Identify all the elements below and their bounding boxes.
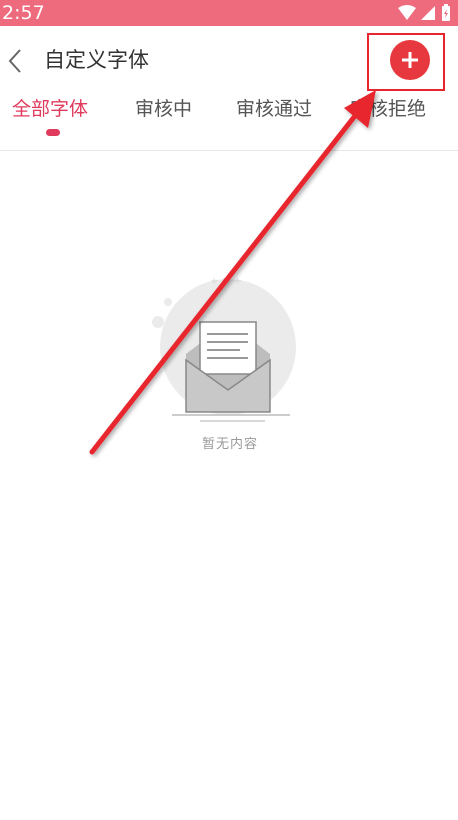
tab-bar: 全部字体 审核中 审核通过 审核拒绝 — [0, 90, 458, 140]
tab-approved[interactable]: 审核通过 — [236, 96, 312, 122]
signal-icon — [421, 6, 435, 20]
tab-all-fonts[interactable]: 全部字体 — [12, 96, 88, 122]
status-bar: 2:57 — [0, 0, 458, 26]
empty-state-text: 暂无内容 — [201, 437, 258, 452]
wifi-icon — [398, 5, 416, 20]
status-time: 2:57 — [2, 2, 45, 24]
empty-envelope-icon: + ○ + — [152, 276, 296, 422]
active-tab-indicator — [46, 129, 60, 136]
add-font-button[interactable] — [390, 40, 430, 80]
tab-reviewing[interactable]: 审核中 — [135, 96, 192, 122]
tab-divider — [0, 150, 458, 151]
back-button[interactable] — [4, 46, 26, 76]
page-title: 自定义字体 — [44, 48, 149, 72]
chevron-left-icon — [8, 49, 21, 73]
svg-text:+ ○ +: + ○ + — [210, 276, 242, 287]
plus-icon — [402, 52, 418, 68]
tab-rejected[interactable]: 审核拒绝 — [350, 96, 426, 122]
status-icons — [398, 4, 450, 21]
